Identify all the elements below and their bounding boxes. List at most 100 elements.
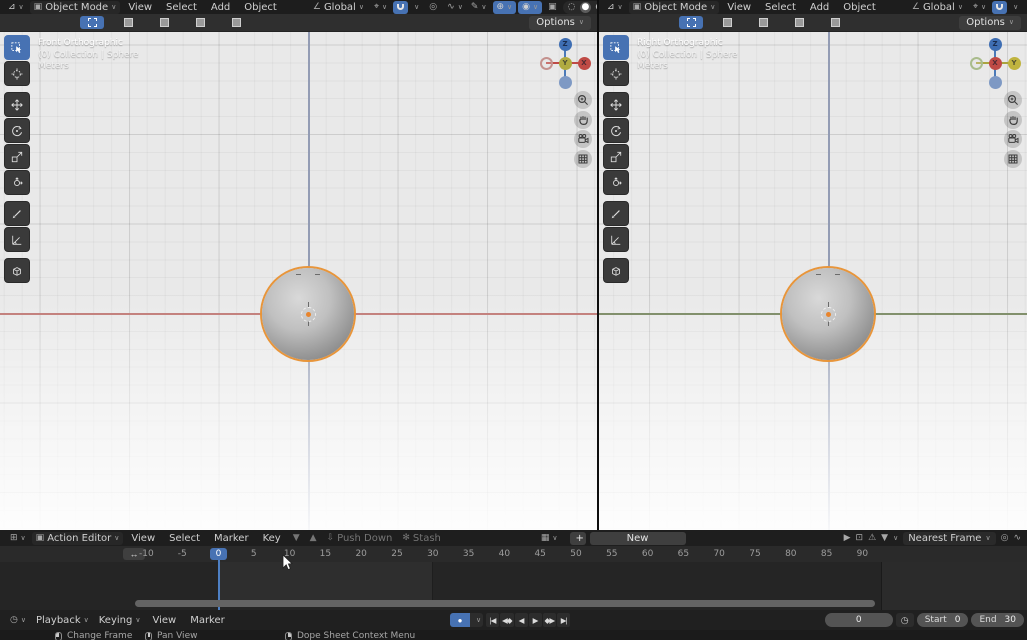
keying-dropdown[interactable]: Keying∨ [95,614,145,627]
move-channel-up-button[interactable]: ▲ [306,532,321,545]
ortho-toggle-button[interactable] [574,150,592,168]
select-mode-extend[interactable] [715,16,739,29]
tool-cursor[interactable] [4,61,30,86]
playback-dropdown[interactable]: Playback∨ [32,614,93,627]
jump-to-end-button[interactable]: ▶| [557,613,570,627]
new-action-button[interactable]: New [590,532,686,545]
camera-view-button[interactable] [574,130,592,148]
pivot-point-dropdown[interactable]: ⌖∨ [969,1,990,14]
stash-button[interactable]: ✻ Stash [398,532,445,545]
shading-solid-button[interactable]: ● [580,2,592,13]
gizmo-axis-top[interactable]: Z [559,38,572,51]
menu-object[interactable]: Object [238,1,283,14]
tool-transform[interactable] [603,170,629,195]
gizmo-axis-right[interactable]: X [578,57,591,70]
pan-button[interactable] [574,111,592,129]
navigation-gizmo[interactable]: Z Y X [969,37,1021,89]
gizmo-axis-right[interactable]: Y [1008,57,1021,70]
snap-mode-dropdown[interactable]: Nearest Frame∨ [903,532,995,545]
current-frame-field[interactable]: 0 [825,613,893,627]
tl-menu-marker[interactable]: Marker [184,614,231,627]
select-mode-new[interactable] [80,16,104,29]
tool-annotate[interactable] [603,201,629,226]
tool-add-cube[interactable] [603,258,629,283]
tool-add-cube[interactable] [4,258,30,283]
play-reverse-button[interactable]: ◀ [515,613,528,627]
snap-toggle[interactable] [992,1,1007,14]
timeline-editor-type-button[interactable]: ◷∨ [6,614,30,627]
tool-scale[interactable] [4,144,30,169]
ds-proportional-icon[interactable]: ◎ [1001,534,1009,543]
auto-keying-dropdown[interactable]: ∨ [470,613,483,627]
sphere-object[interactable] [262,268,354,360]
dopesheet-mode-dropdown[interactable]: ▣ Action Editor∨ [32,532,124,545]
gizmo-axis-bottom[interactable] [559,76,572,89]
filter-icon[interactable]: ▼ [881,534,888,543]
auto-keying-toggle[interactable]: ● [450,613,470,627]
select-mode-invert[interactable] [188,16,212,29]
select-mode-invert[interactable] [787,16,811,29]
menu-object[interactable]: Object [837,1,882,14]
move-channel-down-button[interactable]: ▼ [289,532,304,545]
mode-dropdown[interactable]: ▣ Object Mode∨ [629,1,720,14]
ds-menu-marker[interactable]: Marker [208,532,255,545]
normalize-icon[interactable]: ⊡ [856,534,864,543]
overlays-toggle[interactable]: ◉∨ [518,1,542,14]
select-mode-intersect[interactable] [224,16,248,29]
snap-settings-dropdown[interactable]: ∨ [1009,1,1022,14]
show-errors-icon[interactable]: ⚠ [868,534,876,543]
play-button[interactable]: ▶ [529,613,542,627]
shading-material-button[interactable]: ◐ [593,2,597,13]
use-preview-range-button[interactable]: ◷ [896,613,914,627]
gizmo-axis-center[interactable]: X [989,57,1002,70]
jump-to-start-button[interactable]: |◀ [486,613,499,627]
select-mode-new[interactable] [679,16,703,29]
dopesheet-main[interactable]: ↔ -10-5510152025303540455055606570758085… [0,546,1027,610]
ds-menu-view[interactable]: View [125,532,161,545]
transform-orientation-dropdown[interactable]: ∠ Global∨ [908,1,967,14]
mode-dropdown[interactable]: ▣ Object Mode∨ [30,1,121,14]
tool-measure[interactable] [4,227,30,252]
ds-menu-select[interactable]: Select [163,532,206,545]
xray-toggle[interactable]: ▣ [544,1,561,14]
gizmo-axis-top[interactable]: Z [989,38,1002,51]
tool-scale[interactable] [603,144,629,169]
dopesheet-editor-type-button[interactable]: ⊞∨ [6,532,30,545]
push-down-button[interactable]: ⇩ Push Down [323,532,397,545]
prev-keyframe-button[interactable]: ◀◆ [500,613,514,627]
tool-measure[interactable] [603,227,629,252]
camera-view-button[interactable] [1004,130,1022,148]
tool-transform[interactable] [4,170,30,195]
timeline-ruler[interactable]: ↔ -10-5510152025303540455055606570758085… [0,546,1027,562]
ds-menu-key[interactable]: Key [257,532,287,545]
ortho-toggle-button[interactable] [1004,150,1022,168]
editor-type-button[interactable]: ⊿∨ [4,1,28,14]
tool-select-box[interactable] [4,35,30,60]
select-mode-subtract[interactable] [751,16,775,29]
only-selected-icon[interactable]: ▶ [844,534,851,543]
viewport-canvas[interactable]: Right Orthographic (0) Collection | Sphe… [599,32,1027,530]
horizontal-scrollbar[interactable] [135,600,875,607]
pan-button[interactable] [1004,111,1022,129]
action-id-dropdown[interactable]: ▦∨ [537,532,562,545]
options-dropdown[interactable]: Options∨ [529,16,591,30]
new-action-plus-button[interactable]: + [570,532,586,545]
start-frame-field[interactable]: Start0 [917,613,969,627]
navigation-gizmo[interactable]: Z X Y [539,37,591,89]
next-keyframe-button[interactable]: ◆▶ [543,613,557,627]
select-mode-intersect[interactable] [823,16,847,29]
zoom-button[interactable] [1004,91,1022,109]
menu-add[interactable]: Add [804,1,835,14]
tool-rotate[interactable] [4,118,30,143]
options-dropdown[interactable]: Options∨ [959,16,1021,30]
gizmo-axis-left[interactable] [970,57,983,70]
select-mode-extend[interactable] [116,16,140,29]
zoom-button[interactable] [574,91,592,109]
menu-view[interactable]: View [122,1,158,14]
gizmo-axis-center[interactable]: Y [559,57,572,70]
menu-add[interactable]: Add [205,1,236,14]
falloff-dropdown[interactable]: ∿∨ [443,1,467,14]
transform-orientation-dropdown[interactable]: ∠ Global∨ [309,1,368,14]
shading-wireframe-button[interactable]: ◌ [566,2,578,13]
filter-dropdown[interactable]: ∨ [893,535,898,542]
